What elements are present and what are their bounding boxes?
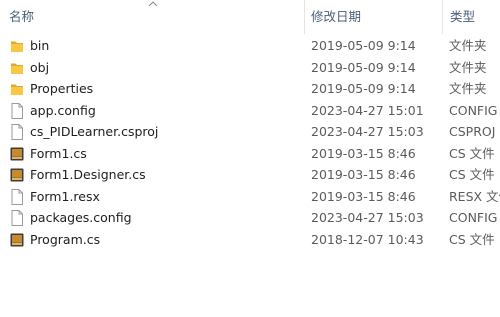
column-header-type[interactable]: 类型 — [450, 0, 475, 34]
column-header-date[interactable]: 修改日期 — [311, 0, 361, 34]
file-type: CS 文件 — [449, 167, 495, 182]
cs-file-icon — [10, 146, 24, 162]
folder-icon — [10, 60, 24, 76]
file-modified-date: 2023-04-27 15:03 — [311, 210, 424, 225]
file-row[interactable]: Form1.cs 2019-03-15 8:46 CS 文件 — [0, 143, 500, 165]
file-name: Form1.resx — [30, 188, 100, 204]
file-name: Properties — [30, 81, 94, 96]
file-modified-date: 2023-04-27 15:01 — [311, 102, 424, 118]
file-row[interactable]: obj 2019-05-09 9:14 文件夹 — [0, 57, 500, 79]
file-type: 文件夹 — [449, 81, 487, 96]
file-modified-date: 2018-12-07 10:43 — [311, 231, 424, 247]
file-type: CONFIG — [449, 210, 498, 225]
document-icon — [10, 188, 24, 205]
sort-ascending-icon — [148, 1, 158, 7]
file-modified-date: 2019-03-15 8:46 — [311, 167, 416, 182]
file-type: RESX 文件 — [449, 188, 500, 204]
file-row[interactable]: Form1.resx 2019-03-15 8:46 RESX 文件 — [0, 186, 500, 208]
file-name: packages.config — [30, 210, 132, 225]
document-icon — [10, 210, 24, 226]
file-type: 文件夹 — [449, 59, 487, 75]
file-modified-date: 2019-03-15 8:46 — [311, 188, 416, 204]
file-name: Form1.Designer.cs — [30, 167, 146, 182]
file-list: bin 2019-05-09 9:14 文件夹 obj 2019-05-09 9:14 文… — [0, 35, 500, 250]
cs-file-icon — [10, 232, 24, 248]
folder-icon — [10, 38, 24, 54]
document-icon — [10, 102, 24, 119]
file-type: CS 文件 — [449, 145, 495, 161]
file-row[interactable]: packages.config 2023-04-27 15:03 CONFIG — [0, 207, 500, 229]
file-row[interactable]: bin 2019-05-09 9:14 文件夹 — [0, 35, 500, 57]
file-modified-date: 2019-05-09 9:14 — [311, 59, 416, 75]
file-name: app.config — [30, 102, 96, 118]
cs-file-icon — [10, 167, 24, 183]
column-separator[interactable] — [442, 0, 443, 34]
file-name: bin — [30, 38, 50, 53]
file-type: CSPROJ — [449, 124, 496, 139]
column-header-bar: 名称 修改日期 类型 — [0, 0, 500, 34]
column-header-name[interactable]: 名称 — [9, 0, 34, 34]
file-modified-date: 2023-04-27 15:03 — [311, 124, 424, 139]
file-type: CS 文件 — [449, 231, 495, 247]
file-name: obj — [30, 59, 50, 75]
file-row[interactable]: cs_PIDLearner.csproj 2023-04-27 15:03 CSPR… — [0, 121, 500, 143]
file-row[interactable]: Program.cs 2018-12-07 10:43 CS 文件 — [0, 229, 500, 251]
file-name: Form1.cs — [30, 145, 87, 161]
file-name: Program.cs — [30, 231, 101, 247]
document-icon — [10, 124, 24, 140]
file-modified-date: 2019-05-09 9:14 — [311, 38, 416, 53]
file-modified-date: 2019-03-15 8:46 — [311, 145, 416, 161]
file-modified-date: 2019-05-09 9:14 — [311, 81, 416, 96]
file-row[interactable]: Form1.Designer.cs 2019-03-15 8:46 CS 文件 — [0, 164, 500, 186]
file-type: 文件夹 — [449, 38, 487, 53]
file-row[interactable]: Properties 2019-05-09 9:14 文件夹 — [0, 78, 500, 100]
folder-icon — [10, 81, 24, 97]
file-type: CONFIG — [449, 102, 498, 118]
file-name: cs_PIDLearner.csproj — [30, 124, 159, 139]
column-separator[interactable] — [304, 0, 305, 34]
file-row[interactable]: app.config 2023-04-27 15:01 CONFIG — [0, 100, 500, 122]
